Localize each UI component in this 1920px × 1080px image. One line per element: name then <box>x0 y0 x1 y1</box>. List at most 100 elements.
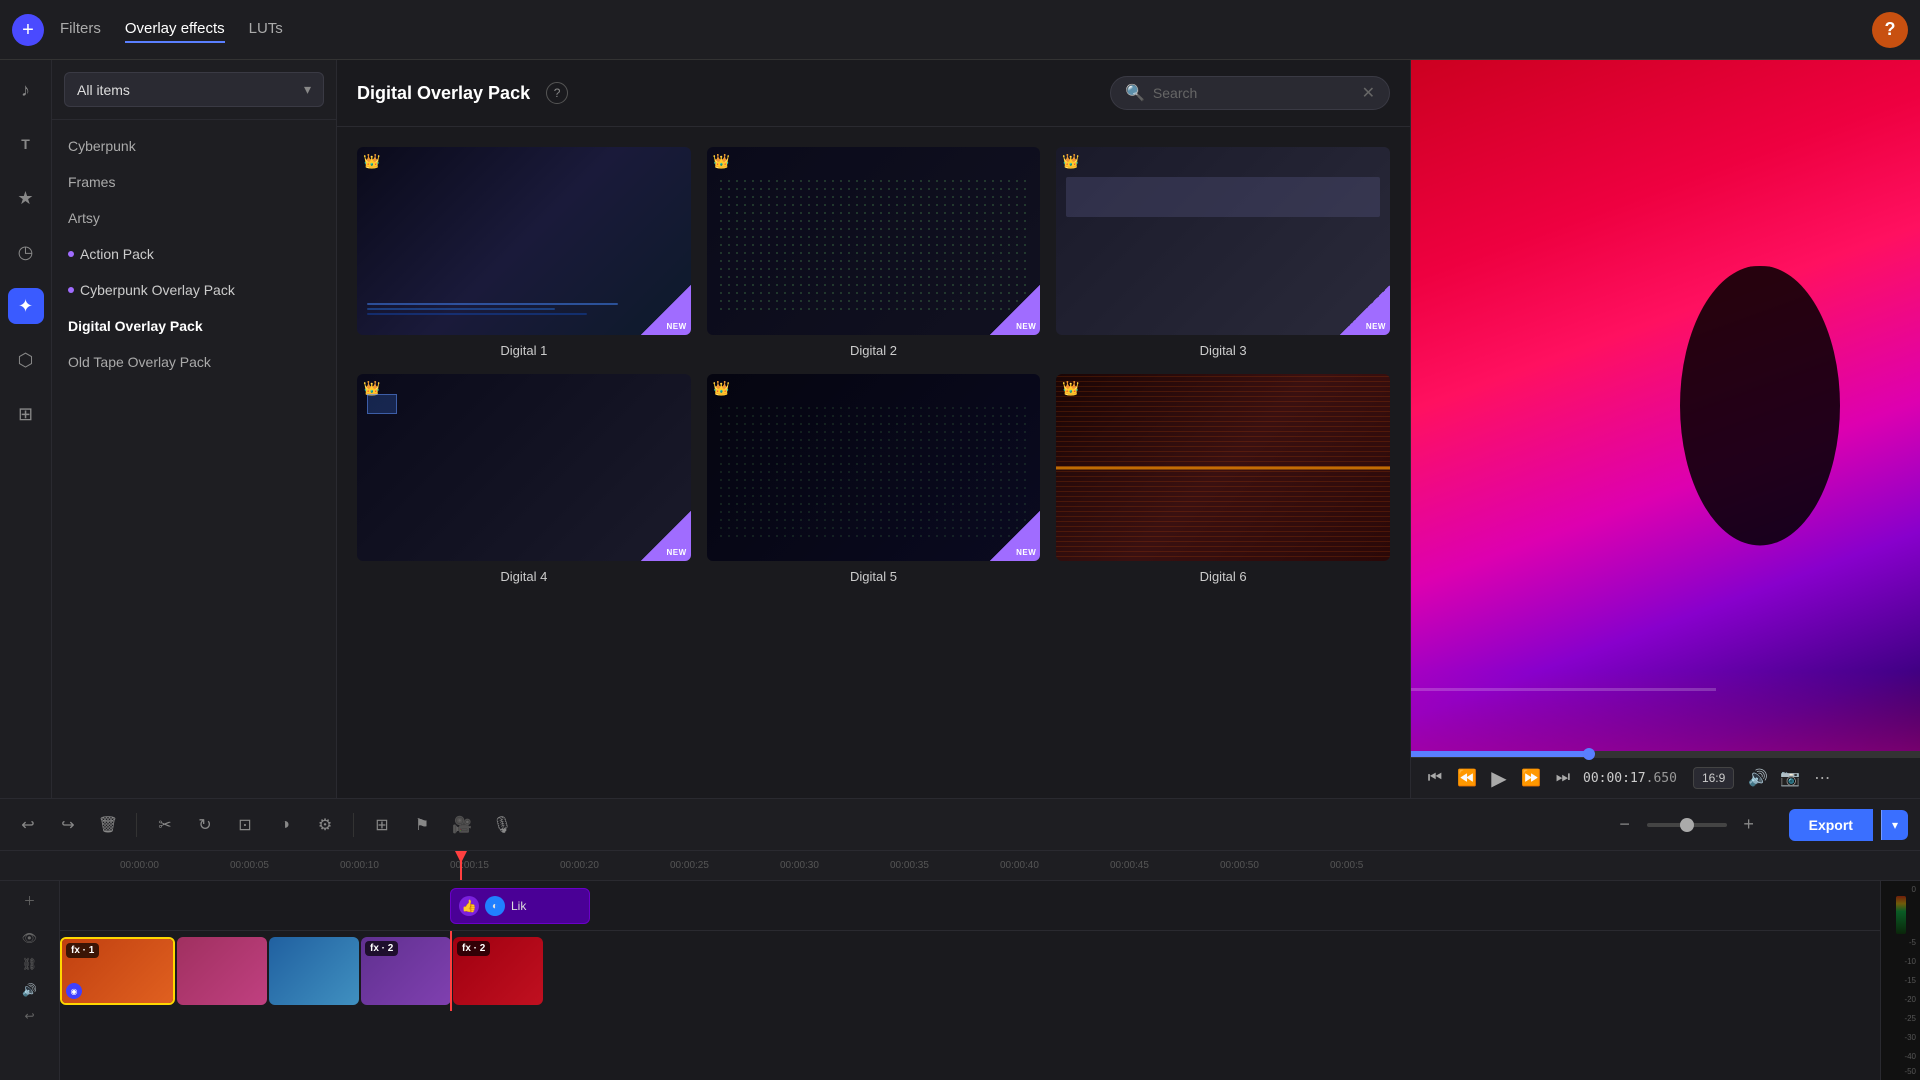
grid-item-digital5[interactable]: 👑 NEW Digital 5 <box>707 374 1041 585</box>
insert-button[interactable]: ⊞ <box>366 809 398 841</box>
vol-label-15: -15 <box>1885 976 1916 985</box>
play-button[interactable]: ▶ <box>1487 766 1511 790</box>
zoom-in-button[interactable]: + <box>1733 809 1765 841</box>
step-forward-button[interactable]: ⏩ <box>1519 766 1543 790</box>
adjust-button[interactable]: ⚙ <box>309 809 341 841</box>
step-back-button[interactable]: ⏪ <box>1455 766 1479 790</box>
effects-category-list: Cyberpunk Frames Artsy Action Pack Cyber… <box>52 120 336 798</box>
dropdown-label: All items <box>77 82 130 98</box>
sidebar-sticker-icon[interactable]: ★ <box>8 180 44 216</box>
preview-area: ⏮ ⏪ ▶ ⏩ ⏭ 00:00:17.650 16:9 🔊 📷 ⋯ <box>1410 60 1920 798</box>
sidebar-media-icon[interactable]: ♪ <box>8 72 44 108</box>
vol-bar <box>1896 896 1906 934</box>
video-clip-1[interactable]: fx · 1 ◉ <box>60 937 175 1005</box>
close-icon[interactable]: ✕ <box>1362 83 1375 103</box>
category-cyberpunk[interactable]: Cyberpunk <box>52 128 336 164</box>
vol-label-30: -30 <box>1885 1033 1916 1042</box>
overlay-clip-like[interactable]: 👍 ◐ Lik <box>450 888 590 924</box>
zoom-slider[interactable] <box>1647 823 1727 827</box>
video-clip-5[interactable]: fx · 2 <box>453 937 543 1005</box>
rotate-button[interactable]: ↻ <box>189 809 221 841</box>
skip-end-button[interactable]: ⏭ <box>1551 766 1575 790</box>
category-label: Artsy <box>68 210 100 226</box>
camera-button[interactable]: 🎥 <box>446 809 478 841</box>
ruler-mark: 00:00:30 <box>780 860 890 871</box>
thumb-dots <box>717 177 1031 315</box>
video-clip-2[interactable] <box>177 937 267 1005</box>
playhead-ruler <box>460 851 462 880</box>
cut-button[interactable]: ✂ <box>149 809 181 841</box>
more-options-icon[interactable]: ⋯ <box>1810 766 1834 790</box>
export-dropdown-button[interactable]: ▾ <box>1881 810 1908 840</box>
vol-label-5: -5 <box>1885 938 1916 947</box>
delete-button[interactable]: 🗑 <box>92 809 124 841</box>
content-header: Digital Overlay Pack ? 🔍 ✕ <box>337 60 1410 127</box>
add-track-icon[interactable]: ＋ <box>19 889 41 911</box>
preview-video <box>1411 60 1920 751</box>
tab-overlay-effects[interactable]: Overlay effects <box>125 16 225 43</box>
category-digital-overlay[interactable]: Digital Overlay Pack <box>52 308 336 344</box>
screenshot-icon[interactable]: 📷 <box>1778 766 1802 790</box>
volume-icon[interactable]: 🔊 <box>19 979 41 1001</box>
category-frames[interactable]: Frames <box>52 164 336 200</box>
color-button[interactable]: ◑ <box>269 809 301 841</box>
category-label: Action Pack <box>80 246 154 262</box>
crop-button[interactable]: ⊡ <box>229 809 261 841</box>
grid-item-digital2[interactable]: 👑 NEW Digital 2 <box>707 147 1041 358</box>
sidebar-clock-icon[interactable]: ◷ <box>8 234 44 270</box>
zoom-out-button[interactable]: − <box>1609 809 1641 841</box>
toolbar-separator-2 <box>353 813 354 837</box>
volume-icon[interactable]: 🔊 <box>1746 766 1770 790</box>
vol-label-25: -25 <box>1885 1014 1916 1023</box>
grid-item-digital6[interactable]: 👑 Digital 6 <box>1056 374 1390 585</box>
sidebar-effects-icon[interactable]: ✦ <box>8 288 44 324</box>
redo-button[interactable]: ↪ <box>52 809 84 841</box>
video-progress-bar[interactable] <box>1411 751 1920 757</box>
tab-luts[interactable]: LUTs <box>249 16 283 43</box>
clip-icon: 👍 <box>459 896 479 916</box>
category-label: Digital Overlay Pack <box>68 318 203 334</box>
category-action-pack[interactable]: Action Pack <box>52 236 336 272</box>
time-value: 00:00:17 <box>1583 771 1646 786</box>
link-icon[interactable]: ⛓ <box>19 953 41 975</box>
category-cyberpunk-overlay[interactable]: Cyberpunk Overlay Pack <box>52 272 336 308</box>
video-clip-4[interactable]: fx · 2 <box>361 937 451 1005</box>
resolution-button[interactable]: 16:9 <box>1693 767 1734 789</box>
playhead-video <box>450 931 452 1011</box>
sidebar-text-icon[interactable]: T <box>8 126 44 162</box>
eye-icon[interactable]: 👁 <box>19 927 41 949</box>
all-items-dropdown[interactable]: All items ▾ <box>64 72 324 107</box>
video-clip-3[interactable] <box>269 937 359 1005</box>
grid-item-digital4[interactable]: 👑 NEW Digital 4 <box>357 374 691 585</box>
grid-item-digital3[interactable]: 👑 NEW Digital 3 <box>1056 147 1390 358</box>
category-artsy[interactable]: Artsy <box>52 200 336 236</box>
sidebar-puzzle-icon[interactable]: ⬡ <box>8 342 44 378</box>
new-badge: NEW <box>641 285 691 335</box>
crown-icon: 👑 <box>713 380 730 397</box>
preview-controls: ⏮ ⏪ ▶ ⏩ ⏭ 00:00:17.650 16:9 🔊 📷 ⋯ <box>1411 757 1920 798</box>
content-title: Digital Overlay Pack <box>357 83 530 104</box>
grid-item-label: Digital 5 <box>850 569 897 584</box>
sidebar-grid-icon[interactable]: ⊞ <box>8 396 44 432</box>
track-controls: ＋ 👁 ⛓ 🔊 ↩ <box>0 881 60 1080</box>
grid-item-digital1[interactable]: 👑 NEW Digital 1 <box>357 147 691 358</box>
skip-start-button[interactable]: ⏮ <box>1423 766 1447 790</box>
ruler-mark: 00:00:05 <box>230 860 340 871</box>
category-old-tape[interactable]: Old Tape Overlay Pack <box>52 344 336 380</box>
timeline-tracks: ＋ 👁 ⛓ 🔊 ↩ 👍 ◐ Lik <box>0 881 1920 1080</box>
tab-filters[interactable]: Filters <box>60 16 101 43</box>
flag-button[interactable]: ⚑ <box>406 809 438 841</box>
help-button[interactable]: ? <box>1872 12 1908 48</box>
ruler-mark: 00:00:25 <box>670 860 780 871</box>
add-button[interactable]: + <box>12 14 44 46</box>
arrow-icon[interactable]: ↩ <box>19 1005 41 1027</box>
mic-button[interactable]: 🎙 <box>486 809 518 841</box>
zoom-slider-thumb[interactable] <box>1680 818 1694 832</box>
add-icon: + <box>22 20 34 40</box>
search-input[interactable] <box>1153 85 1354 101</box>
new-badge: NEW <box>1340 285 1390 335</box>
undo-button[interactable]: ↩ <box>12 809 44 841</box>
content-help-icon[interactable]: ? <box>546 82 568 104</box>
export-button[interactable]: Export <box>1789 809 1873 841</box>
grid-item-label: Digital 1 <box>500 343 547 358</box>
